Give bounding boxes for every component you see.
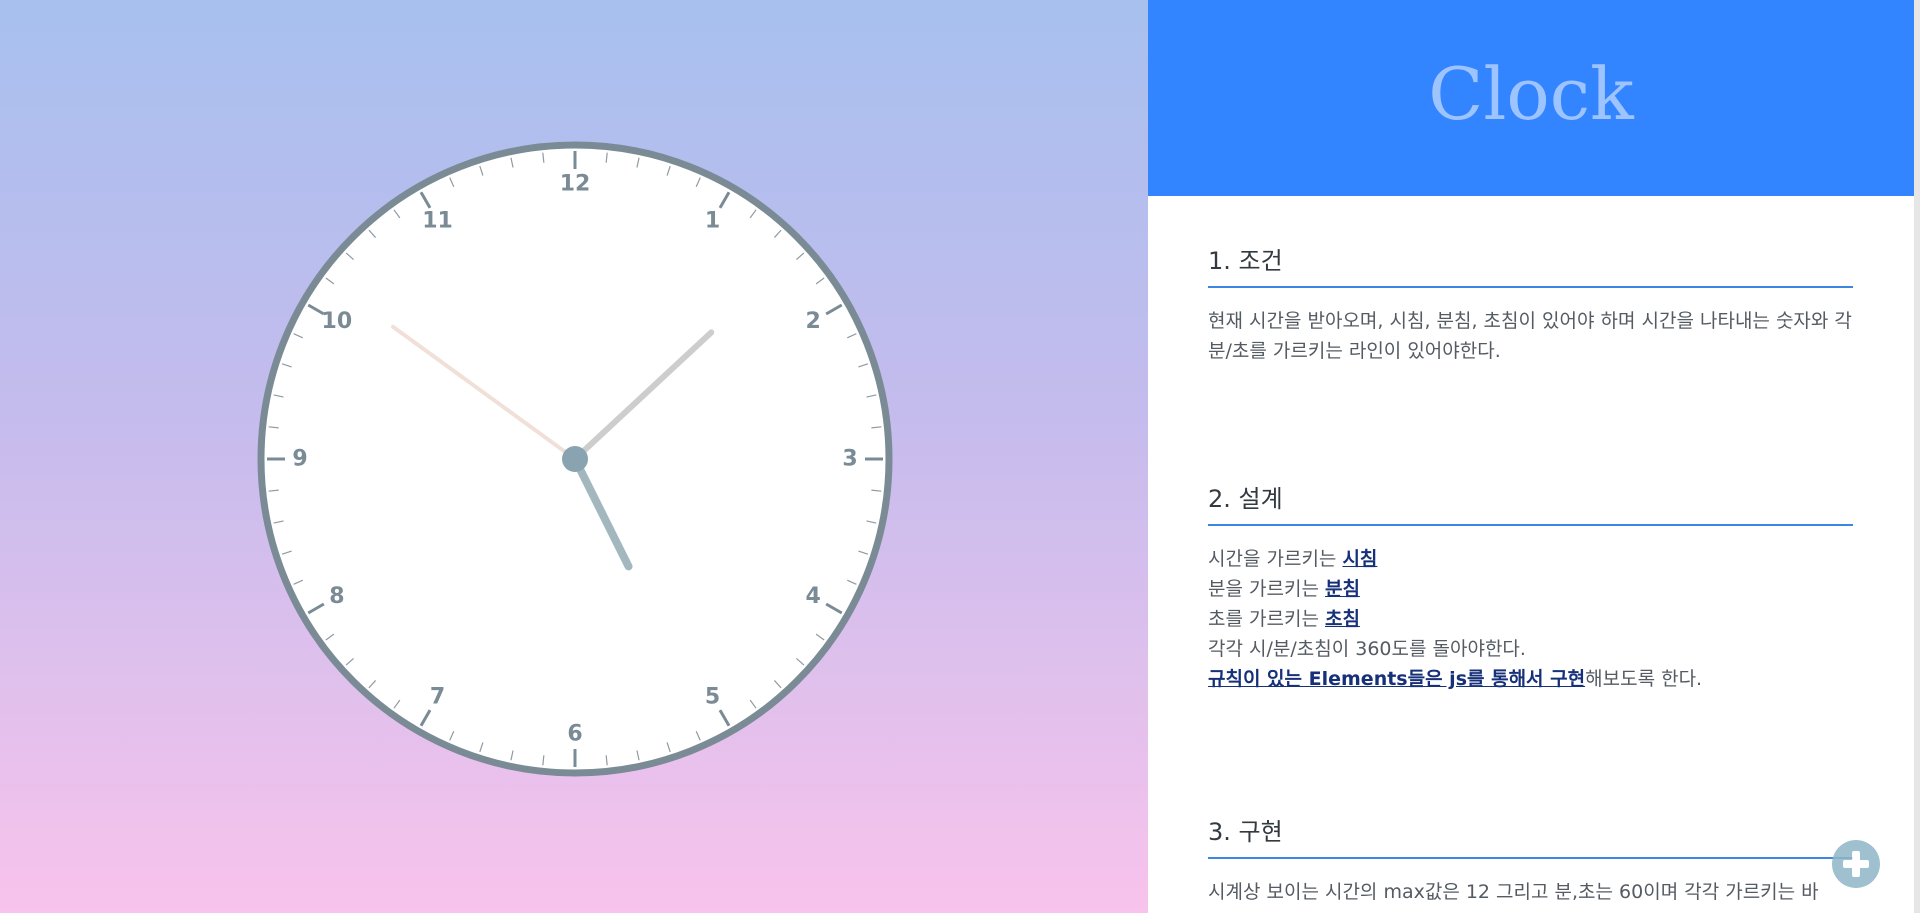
clock-panel: 12 1 2 3 4 5 6 7 8 9 10 11 <box>0 0 1148 913</box>
analog-clock: 121234567891011 <box>257 141 893 777</box>
design-line: 시간을 가르키는 시침 <box>1208 544 1853 574</box>
section-heading: 2. 설계 <box>1208 484 1853 526</box>
scrollbar[interactable] <box>1914 0 1920 913</box>
hour-hand-link[interactable]: 시침 <box>1342 548 1377 570</box>
section-body: 현재 시간을 받아오며, 시침, 분침, 초침이 있어야 하며 시간을 나타내는… <box>1208 310 1852 362</box>
clock-number: 10 <box>322 309 353 334</box>
second-hand-link[interactable]: 초침 <box>1325 608 1360 630</box>
line-text: 해보도록 한다. <box>1585 668 1703 690</box>
clock-number: 4 <box>806 584 821 609</box>
page: 12 1 2 3 4 5 6 7 8 9 10 11 Clock 1. 조건 현재 시간을 받아오며,… <box>0 0 1920 913</box>
minute-hand-link[interactable]: 분침 <box>1325 578 1360 600</box>
design-line: 규칙이 있는 Elements들은 js를 통해서 구현해보도록 한다. <box>1208 664 1853 694</box>
js-elements-link[interactable]: 규칙이 있는 Elements들은 js를 통해서 구현 <box>1208 668 1585 690</box>
clock-number: 2 <box>806 309 821 334</box>
section-heading: 1. 조건 <box>1208 246 1853 288</box>
clock-number: 9 <box>292 447 307 472</box>
page-title: Clock <box>1428 52 1634 136</box>
section-body: 시계상 보이는 시간의 max값은 12 그리고 분,초는 60이며 각각 가르… <box>1208 881 1819 903</box>
clock-number: 11 <box>422 208 453 233</box>
line-text: 초를 가르키는 <box>1208 608 1325 630</box>
section-implementation: 3. 구현 시계상 보이는 시간의 max값은 12 그리고 분,초는 60이며… <box>1208 817 1853 907</box>
design-line: 분을 가르키는 분침 <box>1208 574 1853 604</box>
design-line: 초를 가르키는 초침 <box>1208 604 1853 634</box>
section-design: 2. 설계 시간을 가르키는 시침 분을 가르키는 분침 초를 가르키는 초침 … <box>1208 484 1853 694</box>
clock-number: 3 <box>842 447 857 472</box>
description-panel: Clock 1. 조건 현재 시간을 받아오며, 시침, 분침, 초침이 있어야… <box>1148 0 1914 913</box>
center-cap <box>562 446 588 472</box>
add-button[interactable] <box>1832 840 1880 888</box>
line-text: 시간을 가르키는 <box>1208 548 1343 570</box>
clock-number: 8 <box>329 584 344 609</box>
design-line: 각각 시/분/초침이 360도를 돌아야한다. <box>1208 638 1526 660</box>
section-heading: 3. 구현 <box>1208 817 1853 859</box>
clock-number: 12 <box>560 172 591 197</box>
clock-number: 6 <box>567 722 582 747</box>
line-text: 분을 가르키는 <box>1208 578 1325 600</box>
header-bar: Clock <box>1148 0 1914 196</box>
clock-number: 1 <box>705 208 720 233</box>
section-conditions: 1. 조건 현재 시간을 받아오며, 시침, 분침, 초침이 있어야 하며 시간… <box>1208 246 1853 366</box>
clock-number: 5 <box>705 685 720 710</box>
section-body: 시간을 가르키는 시침 분을 가르키는 분침 초를 가르키는 초침 각각 시/분… <box>1208 544 1853 694</box>
clock-number: 7 <box>430 685 445 710</box>
